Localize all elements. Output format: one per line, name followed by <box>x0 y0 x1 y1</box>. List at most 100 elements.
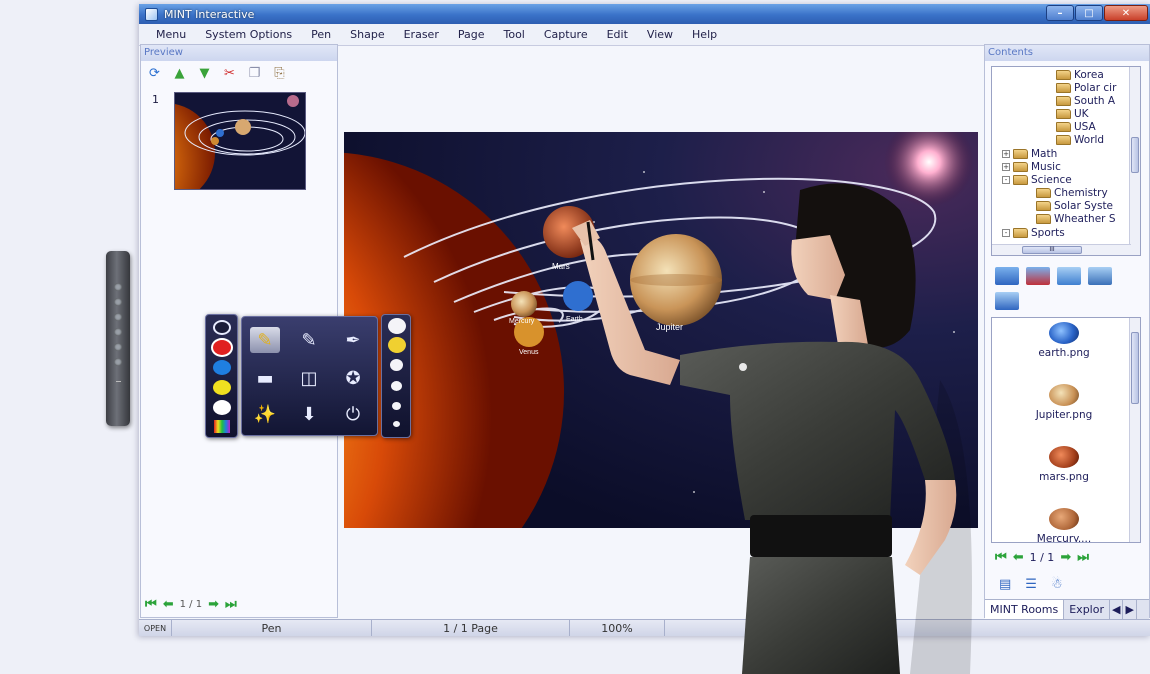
wide-eraser-icon[interactable]: ◫ <box>294 365 324 391</box>
pen-size-option[interactable] <box>393 421 400 427</box>
file-list-scroll-thumb[interactable] <box>1131 332 1139 404</box>
menu-edit[interactable]: Edit <box>596 28 636 41</box>
tree-item-science[interactable]: - Science <box>1002 174 1072 186</box>
pen-size-option[interactable] <box>388 318 406 334</box>
whiteboard-canvas[interactable]: Mercury Venus Earth Mars Jupiter <box>344 132 978 528</box>
tree-scroll-thumb[interactable] <box>1131 137 1139 173</box>
page-thumbnail[interactable] <box>174 92 306 190</box>
move-down-icon[interactable]: ▼ <box>195 65 214 82</box>
menu-page[interactable]: Page <box>447 28 493 41</box>
highlighter-icon[interactable]: ✎ <box>250 327 280 353</box>
color-grid-icon[interactable] <box>214 420 230 433</box>
tray-button[interactable] <box>114 343 122 351</box>
menu-pen[interactable]: Pen <box>300 28 339 41</box>
tree-hscroll-thumb[interactable]: III <box>1022 246 1082 254</box>
last-page-icon[interactable]: ⏭ <box>225 597 237 612</box>
next-page-icon[interactable]: ➡ <box>208 597 219 612</box>
first-page-icon[interactable]: ⏮ <box>995 550 1007 565</box>
color-swatch[interactable] <box>213 400 231 415</box>
copy-icon[interactable]: ❐ <box>245 65 264 82</box>
maximize-button[interactable]: □ <box>1075 5 1103 21</box>
tab-explorer[interactable]: Explor <box>1064 600 1110 619</box>
file-item[interactable]: mars.png <box>1004 446 1124 483</box>
tray-button[interactable] <box>114 313 122 321</box>
menu-tool[interactable]: Tool <box>492 28 532 41</box>
tree-item-korea[interactable]: Korea <box>1056 69 1104 81</box>
tab-mint-rooms[interactable]: MINT Rooms <box>985 600 1065 619</box>
thumbnail-view-icon[interactable]: ▤ <box>999 577 1011 592</box>
tree-item-world[interactable]: World <box>1056 134 1104 146</box>
tree-item-usa[interactable]: USA <box>1056 121 1096 133</box>
menu-system-options[interactable]: System Options <box>194 28 300 41</box>
file-item[interactable]: Jupiter.png <box>1004 384 1124 421</box>
tree-item-uk[interactable]: UK <box>1056 108 1089 120</box>
last-page-icon[interactable]: ⏭ <box>1077 550 1089 565</box>
tree-item-sports[interactable]: - Sports <box>1002 227 1065 239</box>
tree-item-math[interactable]: + Math <box>1002 148 1057 160</box>
tree-item-music[interactable]: + Music <box>1002 161 1061 173</box>
eraser-icon[interactable]: ▬ <box>250 365 280 391</box>
first-page-icon[interactable]: ⏮ <box>145 597 157 612</box>
tray-button[interactable] <box>114 358 122 366</box>
file-item[interactable]: Mercury.... <box>1004 508 1124 542</box>
menu-view[interactable]: View <box>636 28 681 41</box>
expand-icon[interactable]: + <box>1002 150 1010 158</box>
file-list-scrollbar[interactable] <box>1129 318 1140 542</box>
file-list: earth.png Jupiter.png mars.png Mercury..… <box>991 317 1141 543</box>
move-up-icon[interactable]: ▲ <box>170 65 189 82</box>
collapse-icon[interactable]: - <box>1002 176 1010 184</box>
menu-help[interactable]: Help <box>681 28 725 41</box>
star-icon[interactable]: ✪ <box>338 365 368 391</box>
download-icon[interactable]: ⬇ <box>294 401 324 427</box>
power-icon[interactable]: ⏻ <box>338 401 368 427</box>
expand-icon[interactable]: + <box>1002 163 1010 171</box>
user-icon[interactable]: ☃ <box>1051 577 1063 592</box>
image-alt-icon[interactable] <box>1088 267 1112 285</box>
refresh-icon[interactable]: ⟳ <box>145 65 164 82</box>
tree-item-weather[interactable]: Wheather S <box>1036 213 1115 225</box>
menu-menu[interactable]: Menu <box>145 28 194 41</box>
pen-tools: ✎ ✎ ✒ ▬ ◫ ✪ ✨ ⬇ ⏻ <box>241 316 378 436</box>
color-swatch[interactable] <box>213 320 231 335</box>
tab-scroll-left-icon[interactable]: ◀ <box>1110 600 1124 619</box>
color-swatch[interactable] <box>213 360 231 375</box>
file-item[interactable]: earth.png <box>1004 322 1124 359</box>
close-button[interactable]: ✕ <box>1104 5 1148 21</box>
pen-icon[interactable]: ✎ <box>294 327 324 353</box>
pen-size-option[interactable] <box>388 337 406 353</box>
status-mode: OPEN <box>139 620 172 636</box>
tree-horizontal-scrollbar[interactable]: III <box>992 244 1131 255</box>
menu-shape[interactable]: Shape <box>339 28 392 41</box>
pen-size-option[interactable] <box>390 359 403 371</box>
tray-button[interactable] <box>114 328 122 336</box>
effect-pen-icon[interactable]: ✨ <box>250 401 280 427</box>
color-swatch[interactable] <box>213 340 231 355</box>
tray-button[interactable] <box>114 283 122 291</box>
title-bar[interactable]: MINT Interactive – □ ✕ <box>139 4 1150 24</box>
tree-item-polar-circle[interactable]: Polar cir <box>1056 82 1116 94</box>
tree-vertical-scrollbar[interactable] <box>1129 67 1140 255</box>
paste-icon[interactable]: ⎘ <box>270 65 289 82</box>
tree-item-solar-system[interactable]: Solar Syste <box>1036 200 1113 212</box>
tree-item-south-africa[interactable]: South A <box>1056 95 1115 107</box>
next-page-icon[interactable]: ➡ <box>1060 550 1071 565</box>
tray-button[interactable] <box>114 298 122 306</box>
image-icon[interactable] <box>1057 267 1081 285</box>
delete-folder-icon[interactable] <box>1026 267 1050 285</box>
minimize-button[interactable]: – <box>1046 5 1074 21</box>
prev-page-icon[interactable]: ⬅ <box>163 597 174 612</box>
menu-capture[interactable]: Capture <box>533 28 596 41</box>
pen-size-option[interactable] <box>392 402 401 410</box>
tab-scroll-right-icon[interactable]: ▶ <box>1123 600 1137 619</box>
pen-alt-icon[interactable]: ✒ <box>338 327 368 353</box>
pen-size-option[interactable] <box>391 381 402 391</box>
color-swatch[interactable] <box>213 380 231 395</box>
list-view-icon[interactable]: ☰ <box>1025 577 1037 592</box>
media-icon[interactable] <box>995 292 1019 310</box>
add-folder-icon[interactable] <box>995 267 1019 285</box>
prev-page-icon[interactable]: ⬅ <box>1013 550 1024 565</box>
menu-eraser[interactable]: Eraser <box>393 28 447 41</box>
collapse-icon[interactable]: - <box>1002 229 1010 237</box>
cut-icon[interactable]: ✂ <box>220 65 239 82</box>
tree-item-chemistry[interactable]: Chemistry <box>1036 187 1108 199</box>
